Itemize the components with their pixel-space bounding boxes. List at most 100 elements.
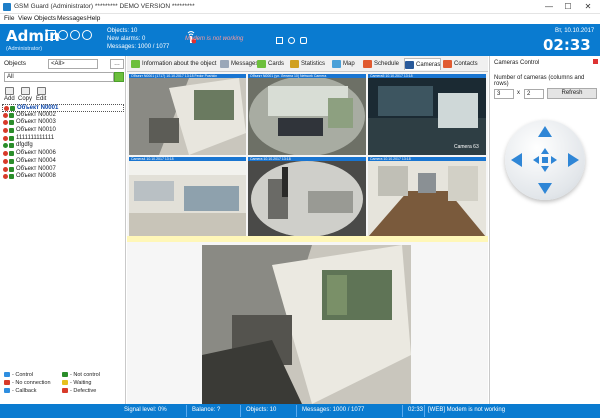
title-bar: GSM Guard (Administrator) ********* DEMO… (0, 0, 600, 14)
columns-select[interactable]: 3 (494, 89, 514, 99)
ptz-left-arrow[interactable] (511, 153, 522, 167)
rows-select[interactable]: 2 (524, 89, 544, 99)
sound-icon[interactable] (288, 37, 295, 44)
legend-item: - Waiting (62, 380, 92, 386)
object-name: Объект N0006 (16, 150, 56, 157)
user-role: (Administrator) (6, 46, 43, 52)
filter-value: <All> (51, 61, 65, 67)
antenna-icon (276, 37, 283, 44)
separator (296, 405, 297, 417)
object-row[interactable]: Объект N0010 (2, 127, 124, 135)
object-row[interactable]: dfgdfg (2, 142, 124, 150)
camera-cell-5[interactable]: Camera 10.10.2017 13:18 (248, 157, 366, 237)
alarm-status-icon (3, 120, 8, 126)
object-row[interactable]: Объект N0007 (2, 166, 124, 174)
object-name: Объект N0004 (16, 157, 56, 164)
menu-help[interactable]: Help (87, 15, 100, 22)
menu-messages[interactable]: Messages (57, 15, 87, 22)
new-alarms-count: New alarms: 0 (107, 36, 146, 42)
tab-map[interactable]: Map (332, 58, 355, 70)
date-label: Вт, 10.10.2017 (555, 28, 595, 34)
tab-statistics[interactable]: Statistics (290, 58, 325, 70)
object-status-icon (9, 166, 14, 172)
menu-file[interactable]: File (4, 15, 14, 22)
objects-panel: Objects <All> … All Add Copy Edit Объект… (0, 56, 126, 404)
object-row[interactable]: Объект N0004 (2, 158, 124, 166)
ptz-right-arrow[interactable] (568, 153, 579, 167)
object-name: Объект N0003 (16, 119, 56, 126)
alarm-status-icon (3, 151, 8, 157)
legend-swatch (4, 380, 10, 386)
camera-feed-6 (368, 161, 486, 237)
camera-cell-6[interactable]: Camera 10.10.2017 13:18 (368, 157, 486, 237)
tab-cards[interactable]: Cards (257, 58, 284, 70)
phone-icon[interactable] (300, 37, 307, 44)
legend-item: - Not control (62, 372, 100, 378)
close-button[interactable]: ✕ (581, 2, 595, 12)
menu-objects[interactable]: Objects (34, 15, 56, 22)
camera-cell-3[interactable]: Camera5 10.10.2017 13:18 Camera 63 (368, 74, 486, 155)
gear-icon[interactable] (58, 30, 68, 40)
alarm-status-icon (3, 128, 8, 134)
add-button[interactable]: Add (4, 87, 15, 102)
object-row[interactable]: Объект N0006 (2, 150, 124, 158)
tab-icon (443, 60, 452, 68)
power-icon[interactable] (82, 30, 92, 40)
object-row[interactable]: Объект N0003 (2, 119, 124, 127)
separator (424, 405, 425, 417)
tab-contacts[interactable]: Contacts (443, 58, 478, 70)
ptz-arrows (511, 126, 579, 194)
selection-strip (127, 236, 488, 242)
ptz-up-arrow[interactable] (538, 126, 552, 137)
object-row[interactable]: Объект N0002 (2, 112, 124, 120)
edit-icon (36, 87, 46, 95)
object-row[interactable]: Объект N0008 (2, 173, 124, 181)
camera-cell-4[interactable]: Camera4 10.10.2017 13:18 (129, 157, 246, 237)
camera-cell-2[interactable]: Объект N0001 (ул. Ленина 10) Network Cam… (248, 74, 366, 155)
menu-bar: File View Objects Messages Help (0, 14, 600, 24)
object-row[interactable]: 1111111111111 (2, 135, 124, 143)
camera-enlarged-view[interactable] (202, 245, 411, 404)
minimize-button[interactable]: — (542, 2, 556, 12)
edit-button[interactable]: Edit (36, 87, 46, 102)
status-time: 02:33 (408, 407, 424, 413)
object-name: Объект N0002 (16, 111, 56, 118)
apply-filter-button[interactable] (114, 72, 124, 82)
panel-close-icon[interactable] (593, 59, 598, 64)
tab-messages[interactable]: Messages (220, 58, 258, 70)
status-modem: [WEB] Modem is not working (428, 407, 506, 413)
objects-label: Objects (4, 60, 27, 67)
copy-button[interactable]: Copy (18, 87, 32, 102)
tab-cameras[interactable]: Cameras (404, 58, 442, 70)
object-row[interactable]: Объект N0001 (2, 104, 124, 112)
tab-information-about-the-object[interactable]: Information about the object (131, 58, 216, 70)
filter-more-button[interactable]: … (110, 59, 124, 69)
camera-enlarged-feed (202, 245, 411, 404)
menu-view[interactable]: View (18, 15, 32, 22)
login-icon[interactable] (46, 30, 56, 40)
objects-count: Objects: 10 (107, 28, 138, 34)
legend-label: - Waiting (70, 380, 92, 386)
legend-label: - Callback (12, 388, 37, 394)
object-name: 1111111111111 (16, 134, 55, 141)
object-search-input[interactable]: All (4, 72, 114, 82)
tab-schedule[interactable]: Schedule (363, 58, 399, 70)
copy-icon (20, 87, 30, 95)
camera-feed-2 (248, 78, 366, 155)
camera-overlay-label: Camera 63 (454, 144, 479, 150)
object-status-icon (9, 120, 14, 126)
legend-swatch (62, 388, 68, 394)
status-objects: Objects: 10 (246, 407, 277, 413)
legend-swatch (4, 388, 10, 394)
refresh-button[interactable]: Refresh (547, 88, 597, 99)
maximize-button[interactable]: ☐ (561, 2, 575, 12)
ptz-down-arrow[interactable] (538, 183, 552, 194)
modem-status: Modem is not working (185, 36, 244, 42)
help-icon[interactable] (70, 30, 80, 40)
ptz-center-icon[interactable] (533, 148, 557, 172)
alarm-status-icon (3, 135, 8, 141)
object-name: dfgdfg (16, 142, 33, 149)
objects-filter-select[interactable]: <All> (48, 59, 98, 69)
camera-cell-1[interactable]: Объект N0001 (1717) 10.10.2017 13:18 Fed… (129, 74, 246, 155)
object-name: Объект N0008 (16, 173, 56, 180)
